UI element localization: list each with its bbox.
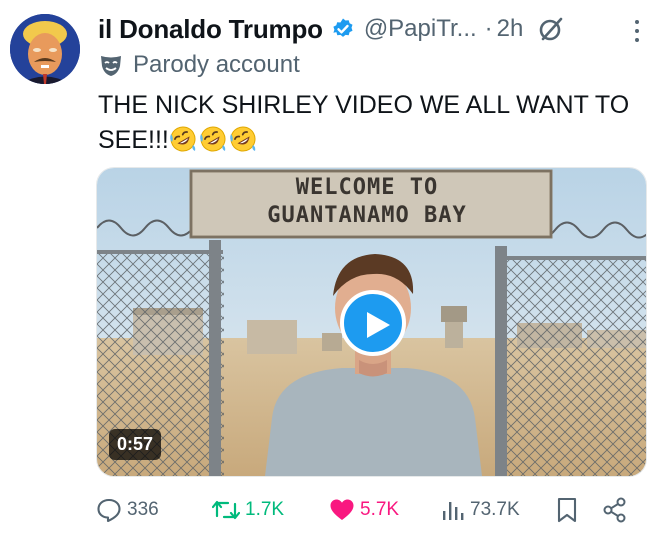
avatar-image — [10, 14, 80, 84]
author-avatar[interactable] — [10, 14, 80, 84]
like-count: 5.7K — [360, 499, 400, 520]
parody-account-text: Parody account — [133, 51, 300, 78]
separator-dot: · — [484, 15, 493, 42]
video-player[interactable]: WELCOME TO GUANTANAMO BAY 0:57 — [96, 167, 647, 477]
play-icon — [367, 312, 390, 338]
post-time[interactable]: 2h — [497, 15, 524, 43]
rolling-laughing-emoji-icon — [200, 126, 226, 152]
parody-label: Parody account — [98, 50, 300, 80]
post-text: THE NICK SHIRLEY VIDEO WE ALL WANT TO SE… — [98, 88, 638, 158]
repost-button[interactable]: 1.7K — [212, 492, 284, 528]
author-name[interactable]: il Donaldo Trumpo — [98, 14, 323, 45]
share-icon — [603, 497, 626, 523]
sign-line-2: GUANTANAMO BAY — [267, 203, 467, 228]
reply-button[interactable]: 336 — [96, 492, 159, 528]
reply-icon — [97, 498, 121, 523]
repost-icon — [212, 500, 240, 520]
laughing-emojis — [169, 126, 259, 154]
verified-badge-icon[interactable] — [331, 17, 355, 41]
bookmark-button[interactable] — [556, 492, 578, 528]
reply-count: 336 — [127, 499, 159, 520]
grok-icon[interactable] — [537, 15, 565, 43]
video-duration: 0:57 — [109, 429, 162, 460]
like-button[interactable]: 5.7K — [329, 492, 399, 528]
repost-count: 1.7K — [245, 499, 285, 520]
share-button[interactable] — [602, 492, 628, 528]
views-icon — [443, 502, 464, 520]
parody-mask-icon — [101, 56, 121, 76]
views-count: 73.7K — [470, 499, 520, 520]
bookmark-icon — [557, 497, 577, 523]
play-button[interactable] — [340, 290, 406, 356]
heart-icon — [330, 499, 354, 520]
views-button[interactable]: 73.7K — [441, 492, 520, 528]
sign-line-1: WELCOME TO — [295, 175, 439, 200]
rolling-laughing-emoji-icon — [170, 126, 196, 152]
rolling-laughing-emoji-icon — [230, 126, 256, 152]
more-options-icon[interactable] — [633, 20, 641, 50]
post-header: il Donaldo Trumpo @PapiTr... · 2h — [98, 12, 639, 46]
author-handle[interactable]: @PapiTr... — [364, 15, 477, 43]
post-actions: 336 1.7K 5.7K 73.7K — [96, 492, 636, 528]
